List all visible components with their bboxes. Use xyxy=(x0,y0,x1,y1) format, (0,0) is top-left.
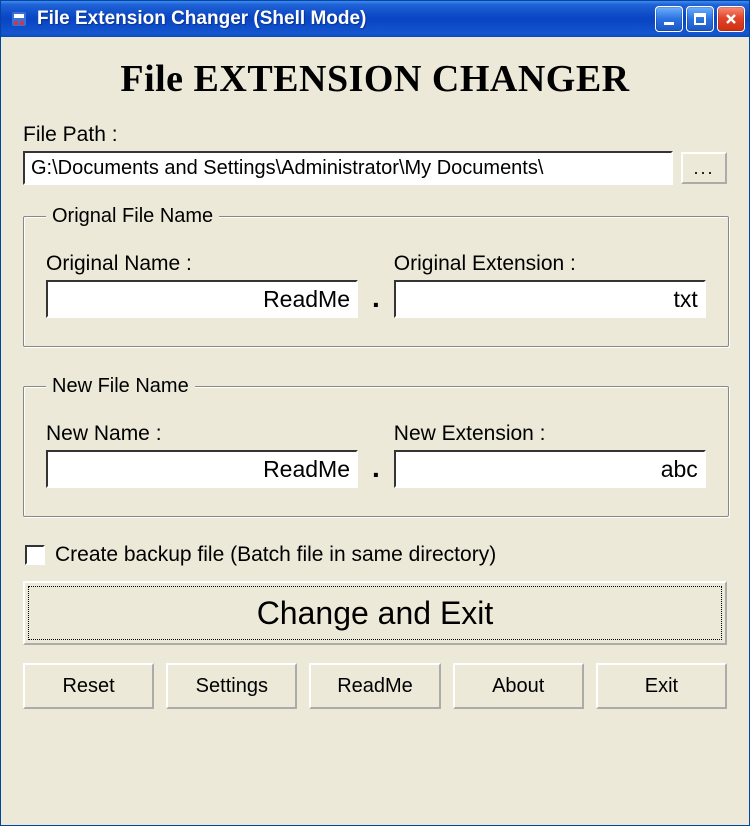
close-icon xyxy=(724,12,738,26)
client-area: File EXTENSION CHANGER File Path : ... O… xyxy=(1,37,749,825)
app-icon xyxy=(9,9,29,29)
window-title: File Extension Changer (Shell Mode) xyxy=(37,8,655,30)
exit-button[interactable]: Exit xyxy=(596,663,727,709)
original-ext-input[interactable] xyxy=(394,280,706,318)
window-controls xyxy=(655,6,745,32)
settings-button[interactable]: Settings xyxy=(166,663,297,709)
about-button[interactable]: About xyxy=(453,663,584,709)
file-path-input[interactable] xyxy=(23,151,673,185)
browse-button[interactable]: ... xyxy=(681,152,727,184)
change-and-exit-button[interactable]: Change and Exit xyxy=(23,581,727,645)
app-window: File Extension Changer (Shell Mode) File… xyxy=(0,0,750,826)
page-title: File EXTENSION CHANGER xyxy=(23,57,727,101)
original-name-input[interactable] xyxy=(46,280,358,318)
minimize-icon xyxy=(662,12,676,26)
original-name-label: Original Name : xyxy=(46,252,358,276)
titlebar: File Extension Changer (Shell Mode) xyxy=(1,1,749,37)
new-file-group: New File Name New Name : . New Extension… xyxy=(23,375,729,517)
readme-button[interactable]: ReadMe xyxy=(309,663,440,709)
new-ext-label: New Extension : xyxy=(394,422,706,446)
dot-separator: . xyxy=(372,282,380,318)
original-ext-label: Original Extension : xyxy=(394,252,706,276)
minimize-button[interactable] xyxy=(655,6,683,32)
file-path-label: File Path : xyxy=(23,123,727,147)
backup-checkbox[interactable] xyxy=(25,545,45,565)
dot-separator: . xyxy=(372,452,380,488)
backup-label: Create backup file (Batch file in same d… xyxy=(55,543,496,567)
reset-button[interactable]: Reset xyxy=(23,663,154,709)
new-name-input[interactable] xyxy=(46,450,358,488)
close-button[interactable] xyxy=(717,6,745,32)
maximize-icon xyxy=(693,12,707,26)
new-name-label: New Name : xyxy=(46,422,358,446)
original-file-group: Orignal File Name Original Name : . Orig… xyxy=(23,205,729,347)
maximize-button[interactable] xyxy=(686,6,714,32)
new-file-legend: New File Name xyxy=(46,375,195,398)
original-file-legend: Orignal File Name xyxy=(46,205,219,228)
new-ext-input[interactable] xyxy=(394,450,706,488)
